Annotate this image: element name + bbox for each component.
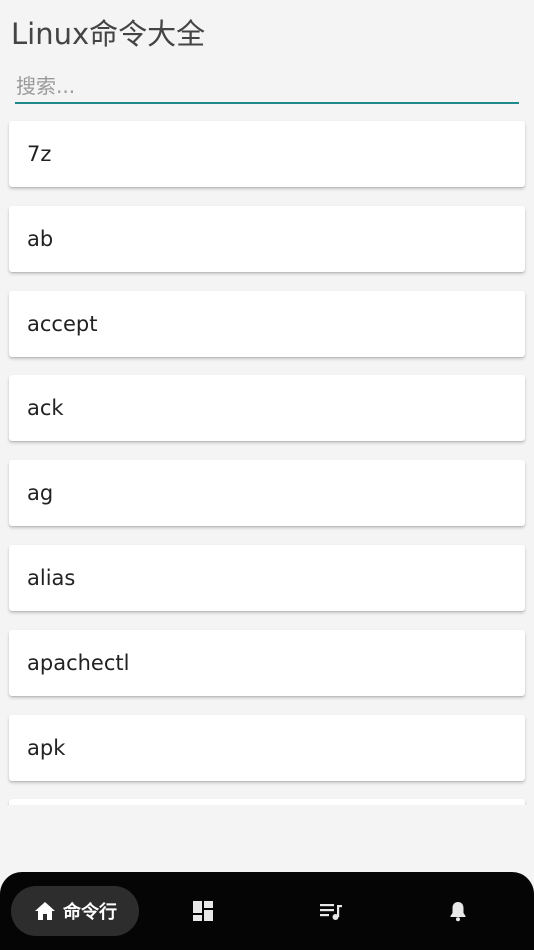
nav-item-dashboard[interactable] <box>178 886 228 936</box>
command-name: alias <box>27 565 76 590</box>
app-title: Linux命令大全 <box>11 17 206 51</box>
list-item[interactable]: ack <box>9 375 525 442</box>
bell-icon <box>446 899 470 923</box>
nav-item-playlist[interactable] <box>306 886 356 936</box>
command-name: apk <box>27 735 66 760</box>
bottom-navigation: 命令行 <box>0 872 534 950</box>
list-item[interactable] <box>9 799 525 805</box>
command-name: apachectl <box>27 650 130 675</box>
command-name: ab <box>27 226 54 251</box>
search-input[interactable] <box>15 70 521 102</box>
list-item[interactable]: ab <box>9 205 525 272</box>
list-item[interactable]: 7z <box>9 121 525 187</box>
playlist-music-icon <box>318 899 344 923</box>
list-item[interactable]: accept <box>9 290 525 357</box>
nav-item-commands[interactable]: 命令行 <box>11 886 139 936</box>
command-name: 7z <box>27 142 52 166</box>
list-item[interactable]: apachectl <box>9 629 525 696</box>
command-list[interactable]: 7z ab accept ack ag alias apachectl apk <box>0 115 534 805</box>
command-name: ack <box>27 396 64 421</box>
nav-item-notifications[interactable] <box>433 886 483 936</box>
list-item[interactable]: ag <box>9 460 525 527</box>
list-item[interactable]: alias <box>9 544 525 611</box>
home-icon <box>33 899 57 923</box>
list-item[interactable]: apk <box>9 714 525 781</box>
command-name: accept <box>27 311 98 336</box>
search-field[interactable] <box>15 70 521 104</box>
dashboard-icon <box>191 899 215 923</box>
nav-item-label: 命令行 <box>63 902 117 923</box>
command-name: ag <box>27 481 54 506</box>
